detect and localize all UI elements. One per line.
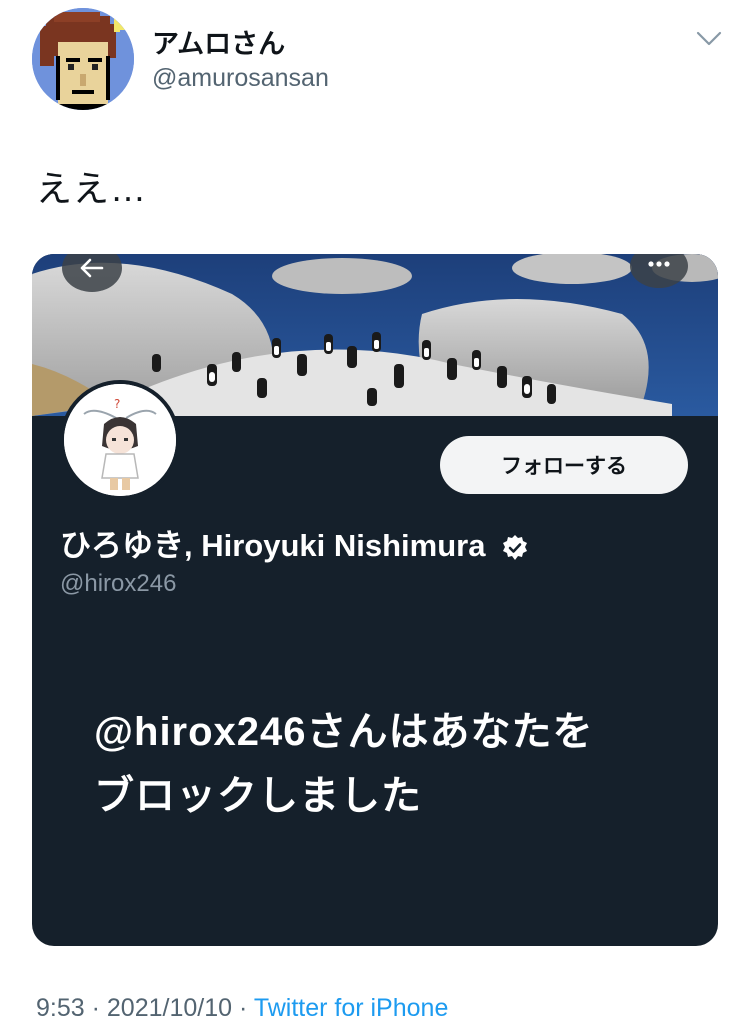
arrow-left-icon (80, 258, 104, 278)
author-avatar[interactable] (32, 8, 134, 110)
more-options-button[interactable] (630, 254, 688, 288)
meta-separator: · (238, 994, 248, 1022)
profile-avatar-frame: ? (64, 384, 176, 496)
tweet-source-link[interactable]: Twitter for iPhone (254, 994, 449, 1022)
profile-avatar[interactable]: ? (60, 380, 180, 500)
author-display-name[interactable]: アムロさん (152, 22, 285, 61)
profile-avatar-image: ? (64, 384, 176, 496)
verified-badge-icon (503, 534, 528, 560)
profile-name: ひろゆき, Hiroyuki Nishimura (60, 520, 530, 565)
embedded-profile-card[interactable]: ? フォローする ひろゆき, Hiroyuki Nishimura @hirox… (32, 254, 718, 946)
tweet-meta: 9:53 · 2021/10/10 · Twitter for iPhone (36, 994, 448, 1023)
author-avatar-image (32, 8, 134, 110)
tweet-text: ええ… (36, 168, 148, 209)
svg-text:?: ? (114, 397, 120, 411)
blocked-message: @hirox246さんはあなたをブロックしました (94, 710, 594, 818)
tweet-time[interactable]: 9:53 (36, 994, 85, 1022)
profile-handle: @hirox246 (60, 570, 177, 597)
tweet-date[interactable]: 2021/10/10 (107, 994, 232, 1022)
back-button[interactable] (62, 254, 122, 292)
chevron-down-icon[interactable] (694, 26, 724, 50)
meta-separator: · (91, 994, 100, 1022)
more-dots-icon (648, 261, 670, 267)
profile-name-text: ひろゆき, Hiroyuki Nishimura (60, 528, 486, 563)
author-handle[interactable]: @amurosansan (152, 64, 329, 93)
follow-button[interactable]: フォローする (440, 436, 688, 494)
